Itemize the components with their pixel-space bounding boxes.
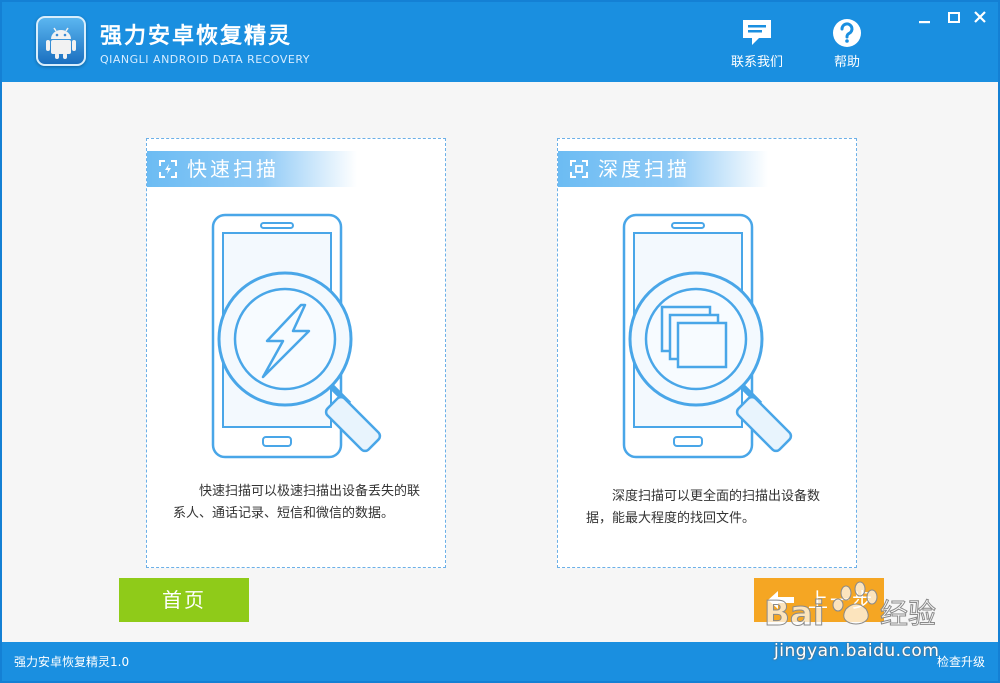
app-title: 强力安卓恢复精灵: [100, 24, 293, 49]
deep-scan-panel[interactable]: 深度扫描 深度扫描可以更全面的扫描出设备数据，能最大程度的找回文件。: [557, 138, 857, 568]
contact-us-button[interactable]: 联系我们: [722, 16, 792, 74]
phone-lightning-icon: [211, 213, 382, 459]
quick-scan-title: 快速扫描: [187, 157, 279, 181]
deep-scan-title: 深度扫描: [598, 157, 690, 181]
quick-scan-panel[interactable]: 快速扫描 快速扫描可以极速扫描出设备丢失的联系人、通话记录、短信和微信的数据。: [146, 138, 446, 568]
chat-icon: [743, 20, 771, 45]
app-subtitle: QIANGLI ANDROID DATA RECOVERY: [100, 53, 310, 66]
app-window: 强力安卓恢复精灵 QIANGLI ANDROID DATA RECOVERY 联…: [0, 0, 1000, 683]
deep-scan-header: 深度扫描: [558, 151, 768, 187]
question-icon: [833, 19, 861, 47]
deep-scan-description: 深度扫描可以更全面的扫描出设备数据，能最大程度的找回文件。: [586, 489, 821, 526]
contact-us-label: 联系我们: [730, 55, 783, 70]
arrow-left-icon: [768, 591, 794, 609]
minimize-icon: [919, 21, 930, 24]
title-bar: 强力安卓恢复精灵 QIANGLI ANDROID DATA RECOVERY 联…: [2, 2, 998, 82]
back-button[interactable]: 上一步: [754, 578, 884, 622]
check-update-link[interactable]: 检查升级: [937, 653, 985, 670]
android-logo-icon: [36, 16, 86, 66]
phone-layers-icon: [622, 213, 793, 459]
quick-scan-description: 快速扫描可以极速扫描出设备丢失的联系人、通话记录、短信和微信的数据。: [173, 484, 421, 521]
help-label: 帮助: [833, 55, 860, 70]
status-bar: 强力安卓恢复精灵1.0 检查升级: [2, 642, 998, 681]
maximize-icon: [948, 12, 960, 23]
close-button[interactable]: [970, 8, 992, 28]
help-button[interactable]: 帮助: [812, 16, 882, 74]
maximize-button[interactable]: [944, 8, 966, 28]
version-label: 强力安卓恢复精灵1.0: [14, 655, 130, 669]
scan-frame-icon: [570, 160, 588, 178]
minimize-button[interactable]: [914, 8, 936, 28]
quick-scan-header: 快速扫描: [147, 151, 357, 187]
home-button[interactable]: 首页: [119, 578, 249, 622]
back-button-label: 上一步: [808, 588, 874, 612]
scan-frame-icon: [159, 160, 177, 178]
svg-text:经验: 经验: [880, 597, 936, 630]
close-icon: [974, 11, 986, 23]
